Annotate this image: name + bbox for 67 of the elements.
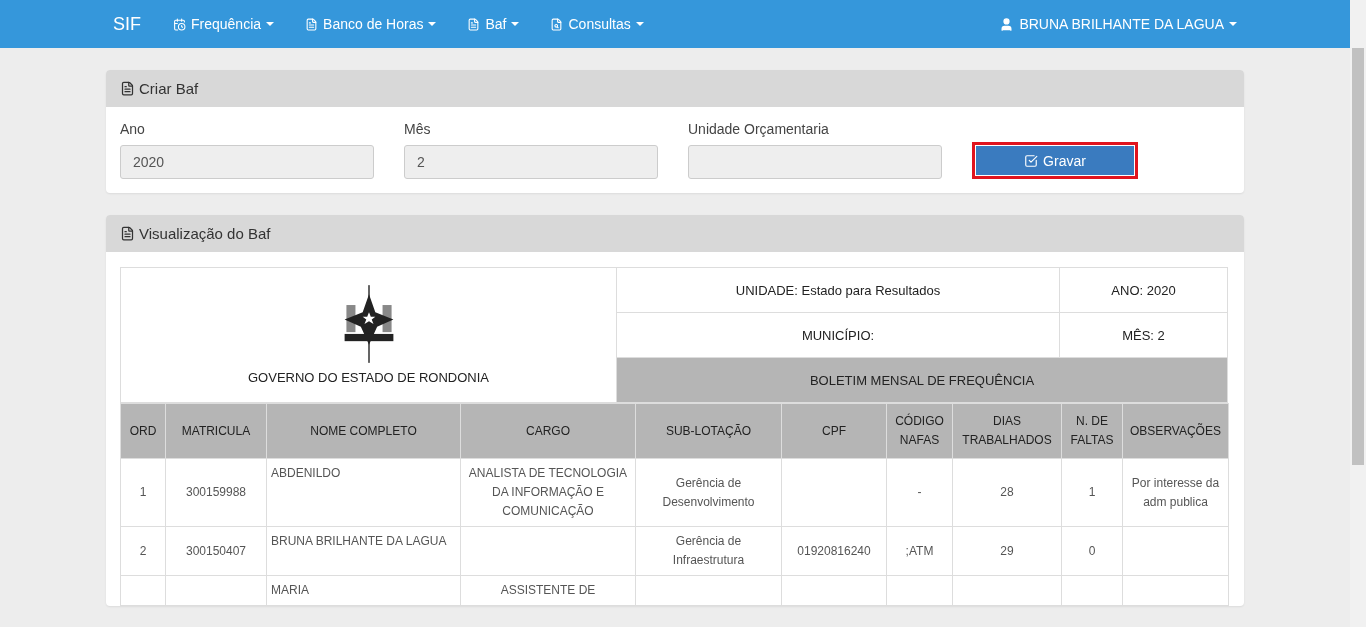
header-cell: ANO: 2020 <box>1059 267 1228 313</box>
user-menu[interactable]: BRUNA BRILHANTE DA LAGUA <box>999 16 1237 32</box>
table-cell: 28 <box>952 458 1062 527</box>
table-cell <box>886 575 953 606</box>
column-header: ORD <box>120 403 166 459</box>
table-cell <box>120 575 166 606</box>
caret-icon <box>1229 22 1237 26</box>
table-cell: ANALISTA DE TECNOLOGIA DA INFORMAÇÃO E COMUNICAÇÃO <box>460 458 636 527</box>
table-cell: 300159988 <box>165 458 267 527</box>
column-header: MATRICULA <box>165 403 267 459</box>
table-cell: - <box>886 458 953 527</box>
table-cell: 0 <box>1061 526 1123 576</box>
panel-title: Visualização do Baf <box>139 225 271 242</box>
scrollbar[interactable] <box>1350 0 1366 627</box>
panel-title: Criar Baf <box>139 80 199 97</box>
field-label: Mês <box>404 121 432 137</box>
table-cell: ;ATM <box>886 526 953 576</box>
table-cell: 2 <box>120 526 166 576</box>
column-header: CPF <box>781 403 887 459</box>
column-header: CARGO <box>460 403 636 459</box>
column-header: SUB-LOTAÇÃO <box>635 403 782 459</box>
header-cell: BOLETIM MENSAL DE FREQUÊNCIA <box>616 357 1228 403</box>
caret-icon <box>635 22 644 26</box>
field-label: Ano <box>120 121 146 137</box>
user-icon <box>999 16 1015 32</box>
caret-icon <box>511 22 520 26</box>
column-header: DIAS TRABALHADOS <box>952 403 1062 459</box>
input-field[interactable] <box>688 145 942 179</box>
column-header: OBSERVAÇÕES <box>1122 403 1229 459</box>
table-cell: 1 <box>1061 458 1123 527</box>
calendar-clock-icon <box>173 17 186 31</box>
table-cell: ABDENILDO <box>266 458 461 527</box>
table-cell: 01920816240 <box>781 526 887 576</box>
table-cell: BRUNA BRILHANTE DA LAGUA <box>266 526 461 576</box>
table-cell: 1 <box>120 458 166 527</box>
document-search-icon <box>550 17 564 31</box>
document-icon <box>120 226 135 241</box>
document-icon <box>120 81 135 96</box>
table-cell: Gerência de Desenvolvimento <box>635 458 782 527</box>
nav-menu[interactable]: Baf <box>467 16 520 32</box>
caret-icon <box>266 22 275 26</box>
table-cell: 29 <box>952 526 1062 576</box>
document-icon <box>305 17 319 31</box>
input-field[interactable]: 2020 <box>120 145 374 179</box>
table-cell: Gerência de Infraestrutura <box>635 526 782 576</box>
table-cell: 300150407 <box>165 526 267 576</box>
column-header: CÓDIGO NAFAS <box>886 403 953 459</box>
table-cell <box>1061 575 1123 606</box>
header-cell: UNIDADE: Estado para Resultados <box>616 267 1060 313</box>
table-cell: Por interesse da adm publica <box>1122 458 1229 527</box>
caret-icon <box>428 22 437 26</box>
field-label: Unidade Orçamentaria <box>688 121 830 137</box>
save-button[interactable]: Gravar <box>976 146 1134 175</box>
nav-menu[interactable]: Frequência <box>173 16 275 32</box>
check-square-icon <box>1024 153 1039 168</box>
input-field[interactable]: 2 <box>404 145 658 179</box>
table-cell: MARIA <box>266 575 461 606</box>
nav-menu[interactable]: Banco de Horas <box>305 16 437 32</box>
column-header: N. DE FALTAS <box>1061 403 1123 459</box>
column-header: NOME COMPLETO <box>266 403 461 459</box>
government-name: GOVERNO DO ESTADO DE RONDONIA <box>247 370 490 385</box>
header-cell: MUNICÍPIO: <box>616 312 1060 358</box>
header-cell: MÊS: 2 <box>1059 312 1228 358</box>
document-icon <box>467 17 481 31</box>
table-cell: ASSISTENTE DE <box>460 575 636 606</box>
brand-logo[interactable]: SIF <box>113 13 141 35</box>
nav-menu[interactable]: Consultas <box>550 16 644 32</box>
